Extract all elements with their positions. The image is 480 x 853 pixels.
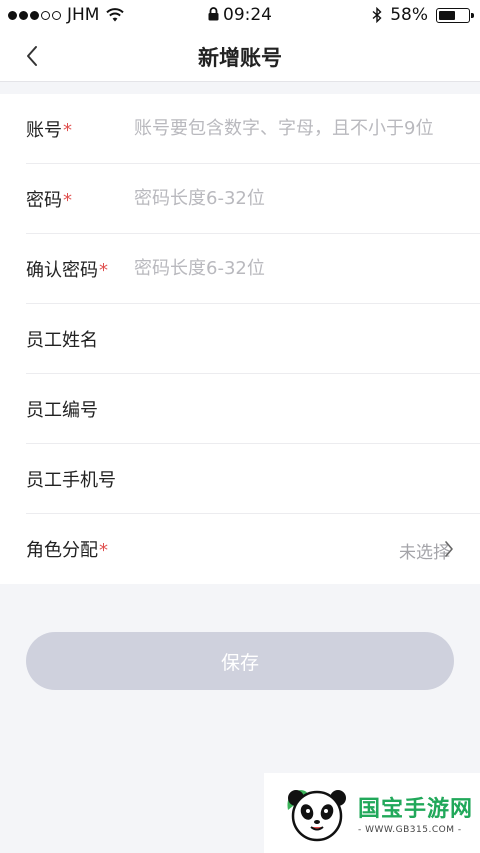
chevron-right-icon — [445, 541, 453, 557]
battery-level — [439, 10, 455, 20]
employee-id-input[interactable] — [134, 390, 460, 426]
required-mark: * — [63, 120, 72, 141]
lock-icon — [208, 7, 219, 21]
employee-phone-label: 员工手机号 — [26, 470, 116, 491]
role-select-row[interactable]: 角色分配* 未选择 — [26, 514, 480, 584]
watermark-brand: 国宝手游网 — [358, 797, 474, 822]
employee-name-input[interactable] — [134, 320, 460, 356]
required-mark: * — [99, 540, 108, 561]
password-row: 密码* — [26, 164, 480, 234]
account-row: 账号* — [26, 94, 480, 164]
bluetooth-icon — [372, 7, 382, 23]
confirm-password-input[interactable] — [134, 250, 460, 286]
employee-name-row: 员工姓名 — [26, 304, 480, 374]
role-select-value: 未选择 — [399, 543, 450, 563]
battery-percent: 58% — [390, 5, 428, 25]
panda-logo-icon — [287, 790, 346, 842]
navigation-bar: 新增账号 — [0, 30, 480, 82]
employee-phone-row: 员工手机号 — [26, 444, 480, 514]
confirm-password-label: 确认密码* — [26, 256, 108, 282]
required-mark: * — [63, 190, 72, 211]
account-label: 账号* — [26, 116, 72, 142]
save-button[interactable]: 保存 — [26, 632, 454, 690]
status-right: 58% — [372, 5, 474, 25]
employee-id-row: 员工编号 — [26, 374, 480, 444]
account-label-text: 账号 — [26, 120, 62, 141]
password-label-text: 密码 — [26, 190, 62, 211]
account-input[interactable] — [134, 110, 460, 146]
employee-name-label: 员工姓名 — [26, 330, 98, 351]
status-bar: JHM 09:24 58% — [0, 0, 480, 30]
battery-icon — [436, 7, 474, 23]
page-title: 新增账号 — [198, 46, 282, 70]
password-input[interactable] — [134, 180, 460, 216]
confirm-password-row: 确认密码* — [26, 234, 480, 304]
watermark-url: - WWW.GB315.COM - — [358, 825, 462, 835]
role-label: 角色分配* — [26, 536, 108, 562]
password-label: 密码* — [26, 186, 72, 212]
employee-phone-input[interactable] — [134, 460, 460, 496]
employee-id-label: 员工编号 — [26, 400, 98, 421]
role-label-text: 角色分配 — [26, 540, 98, 561]
watermark-text: 国宝手游网 - WWW.GB315.COM - — [358, 791, 473, 835]
watermark: 国宝手游网 - WWW.GB315.COM - — [264, 773, 480, 853]
account-form: 账号* 密码* 确认密码* 员工姓名 员工编号 员工手机号 角色分配* 未选择 — [0, 94, 480, 584]
required-mark: * — [99, 260, 108, 281]
clock: 09:24 — [223, 5, 272, 25]
confirm-password-label-text: 确认密码 — [26, 260, 98, 281]
battery-cap — [471, 12, 474, 18]
